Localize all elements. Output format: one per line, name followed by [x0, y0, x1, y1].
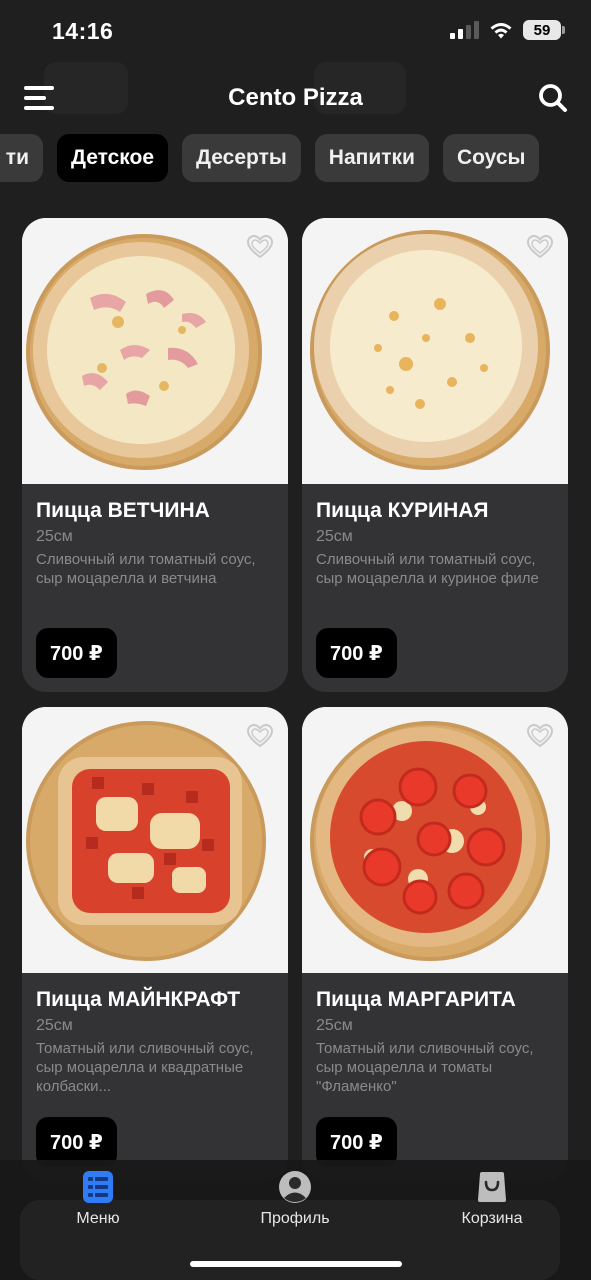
product-card[interactable]: Пицца КУРИНАЯ 25см Сливочный или томатны… — [302, 218, 568, 692]
profile-icon — [279, 1171, 311, 1203]
category-tab-sauces[interactable]: Соусы — [442, 134, 540, 182]
status-indicators: 59 — [450, 20, 565, 40]
product-description: Сливочный или томатный соус, сыр моцарел… — [36, 551, 256, 587]
menu-list-icon — [83, 1171, 113, 1203]
app-header: Cento Pizza — [0, 64, 591, 132]
tab-profile[interactable]: Профиль — [235, 1170, 355, 1228]
product-description: Томатный или сливочный соус, сыр моцарел… — [316, 1040, 534, 1095]
category-tab-kids[interactable]: Детское — [57, 134, 169, 182]
category-tabs: ти Детское Десерты Напитки Соусы — [0, 134, 591, 184]
product-description: Томатный или сливочный соус, сыр моцарел… — [36, 1040, 254, 1095]
product-card[interactable]: Пицца ВЕТЧИНА 25см Сливочный или томатны… — [22, 218, 288, 692]
category-tab-drinks[interactable]: Напитки — [314, 134, 429, 182]
wifi-icon — [490, 23, 512, 39]
status-bar: 14:16 59 — [0, 0, 591, 64]
product-title: Пицца КУРИНАЯ — [316, 499, 489, 522]
product-title: Пицца МАЙНКРАФТ — [36, 988, 241, 1011]
category-tab-desserts[interactable]: Десерты — [182, 134, 301, 182]
tab-cart-label: Корзина — [461, 1210, 523, 1227]
product-description: Сливочный или томатный соус, сыр моцарел… — [316, 551, 539, 587]
cellular-signal-icon — [450, 21, 479, 39]
product-title: Пицца МАРГАРИТА — [316, 988, 516, 1011]
tab-menu-label: Меню — [76, 1210, 120, 1227]
category-tab-partial[interactable]: ти — [0, 134, 43, 182]
price-button[interactable]: 700 ₽ — [36, 628, 117, 678]
search-icon[interactable] — [537, 82, 569, 114]
home-indicator[interactable] — [190, 1261, 402, 1267]
tab-menu[interactable]: Меню — [38, 1170, 158, 1228]
favorite-heart-icon[interactable] — [246, 234, 274, 260]
battery-indicator: 59 — [523, 20, 565, 40]
favorite-heart-icon[interactable] — [526, 723, 554, 749]
product-title: Пицца ВЕТЧИНА — [36, 499, 210, 522]
tab-profile-label: Профиль — [260, 1210, 330, 1227]
status-time: 14:16 — [52, 18, 114, 44]
app-title: Cento Pizza — [228, 84, 363, 111]
favorite-heart-icon[interactable] — [246, 723, 274, 749]
favorite-heart-icon[interactable] — [526, 234, 554, 260]
product-card[interactable]: Пицца МАРГАРИТА 25см Томатный или сливоч… — [302, 707, 568, 1181]
product-size: 25см — [316, 528, 353, 545]
tab-cart[interactable]: Корзина — [432, 1170, 552, 1228]
product-size: 25см — [36, 1017, 73, 1034]
product-size: 25см — [316, 1017, 353, 1034]
price-button[interactable]: 700 ₽ — [316, 628, 397, 678]
shopping-bag-icon — [478, 1172, 506, 1202]
product-card[interactable]: Пицца МАЙНКРАФТ 25см Томатный или сливоч… — [22, 707, 288, 1181]
product-size: 25см — [36, 528, 73, 545]
